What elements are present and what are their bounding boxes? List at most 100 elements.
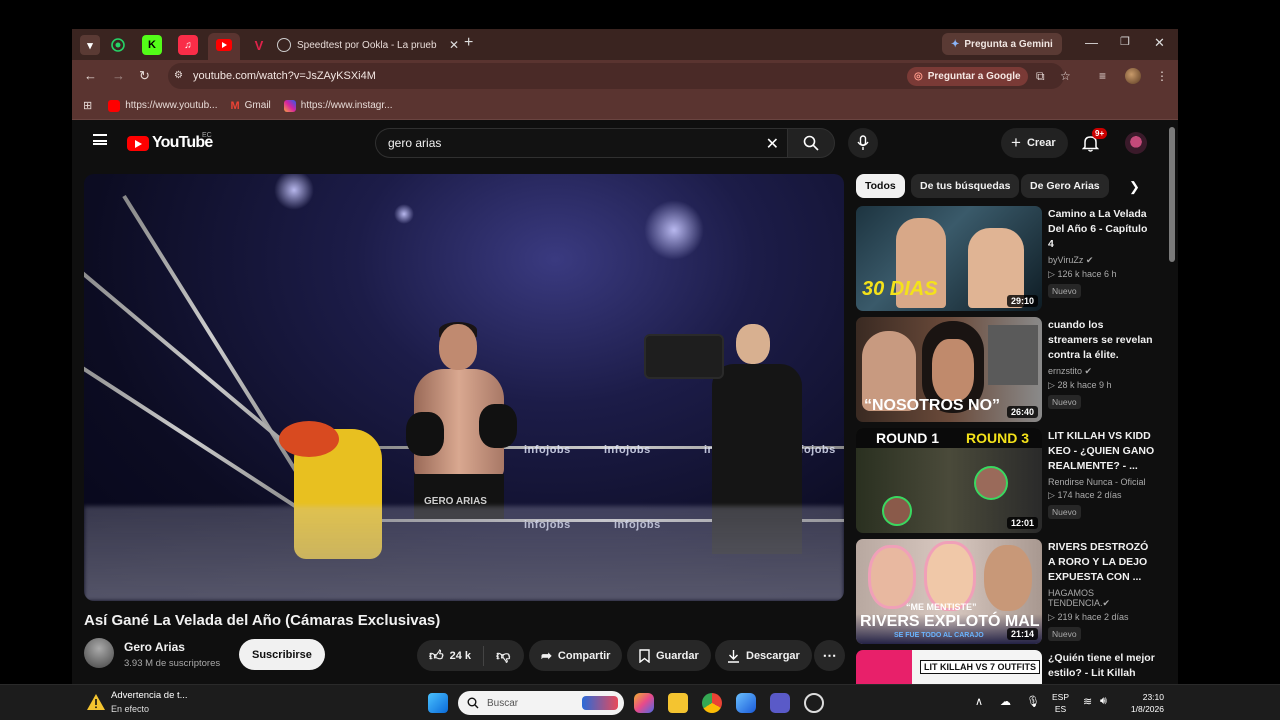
channel-name[interactable]: Gero Arias xyxy=(124,640,185,654)
clock[interactable]: 23:10 1/8/2026 xyxy=(1124,691,1164,715)
account-avatar[interactable] xyxy=(1125,132,1147,154)
tab-strip: ▾ K ♫ V Speedtest por Ookla - La prueb ✕… xyxy=(72,29,1178,60)
download-icon xyxy=(728,649,739,663)
more-actions-icon[interactable]: ⋯ xyxy=(814,640,845,671)
tab-close-icon[interactable]: ✕ xyxy=(449,38,459,52)
tab-youtube-icon[interactable] xyxy=(214,35,234,55)
recommendation-item[interactable]: ROUND 1 ROUND 3 12:01 LIT KILLAH VS KIDD… xyxy=(856,428,1156,533)
tab-kick-icon[interactable]: K xyxy=(142,35,162,55)
windows-start-icon[interactable] xyxy=(428,693,448,713)
onedrive-icon[interactable]: ☁ xyxy=(1000,695,1011,708)
play-icon: ▷ xyxy=(1048,490,1055,500)
search-input[interactable]: gero arias ✕ xyxy=(375,128,787,158)
microphone-tray-icon[interactable]: 🎙︎ xyxy=(1026,695,1040,708)
new-tab-plus-icon[interactable]: + xyxy=(464,34,473,52)
recommendation-channel[interactable]: HAGAMOS TENDENCIA. xyxy=(1048,588,1103,608)
video-thumbnail[interactable]: LIT KILLAH VS 7 OUTFITS xyxy=(856,650,1042,684)
hamburger-menu-icon[interactable] xyxy=(93,134,107,145)
subscribe-button[interactable]: Suscribirse xyxy=(239,639,325,670)
site-info-icon[interactable]: ⚙ xyxy=(174,70,183,81)
wifi-icon[interactable]: ≋ xyxy=(1083,695,1092,708)
close-window-icon[interactable]: ✕ xyxy=(1154,35,1165,51)
video-player[interactable]: infojobs infojobs infojobs infojobs info… xyxy=(84,174,844,601)
subscriber-count: 3.93 M de suscriptores xyxy=(124,658,221,669)
video-thumbnail[interactable]: “ME MENTISTE” RIVERS EXPLOTÓ MAL SE FUE … xyxy=(856,539,1042,644)
taskbar-search-input[interactable]: Buscar xyxy=(458,691,624,715)
recommendation-item[interactable]: 30 DIAS 29:10 Camino a La Velada Del Año… xyxy=(856,206,1156,311)
gemini-button[interactable]: ✦ Pregunta a Gemini xyxy=(942,33,1062,55)
thumbs-up-icon[interactable]: 👍︎ xyxy=(429,647,444,664)
recommendation-channel[interactable]: ernzstito xyxy=(1048,366,1082,376)
ask-google-button[interactable]: ◎ Preguntar a Google xyxy=(907,67,1028,86)
view-count: 28 k xyxy=(1057,380,1075,390)
recommendation-title[interactable]: ¿Quién tiene el mejor estilo? - Lit Kill… xyxy=(1048,651,1156,681)
media-control-icon[interactable]: ≡ xyxy=(1099,69,1106,83)
voice-search-button[interactable] xyxy=(848,128,878,158)
profile-avatar[interactable] xyxy=(1125,68,1141,84)
warning-title[interactable]: Advertencia de t... xyxy=(111,690,188,701)
sidebar-scrollbar[interactable] xyxy=(1169,127,1175,262)
apps-grid-icon[interactable]: ⊞ xyxy=(83,99,92,112)
language-indicator[interactable]: ESP ES xyxy=(1052,691,1069,715)
warning-icon[interactable] xyxy=(86,693,106,711)
chip-de-gero-arias[interactable]: De Gero Arias xyxy=(1021,174,1109,198)
forward-icon[interactable]: → xyxy=(112,68,125,83)
copilot-icon[interactable] xyxy=(634,693,654,713)
tab-search-chevron-icon[interactable]: ▾ xyxy=(80,35,100,55)
thumbs-down-icon[interactable]: 👎︎ xyxy=(496,647,510,664)
recommendation-info: ¿Quién tiene el mejor estilo? - Lit Kill… xyxy=(1048,651,1156,681)
file-explorer-icon[interactable] xyxy=(668,693,688,713)
recommendation-title[interactable]: RIVERS DESTROZÓ A RORO Y LA DEJO EXPUEST… xyxy=(1048,540,1156,585)
recommendation-channel[interactable]: byViruZz xyxy=(1048,255,1083,265)
recommendation-title[interactable]: LIT KILLAH VS KIDD KEO - ¿QUIEN GANO REA… xyxy=(1048,429,1156,474)
tab-speedtest[interactable]: Speedtest por Ookla - La prueb ✕ xyxy=(277,35,459,55)
back-icon[interactable]: ← xyxy=(84,68,97,83)
chrome-icon[interactable] xyxy=(702,693,722,713)
bookmark-star-icon[interactable]: ☆ xyxy=(1060,69,1071,83)
teams-icon[interactable] xyxy=(770,693,790,713)
search-button[interactable] xyxy=(787,128,835,158)
play-icon: ▷ xyxy=(1048,269,1055,279)
channel-avatar[interactable] xyxy=(84,638,114,668)
thumbnail-subtext: SE FUE TODO AL CARAJO xyxy=(894,632,984,639)
tab-music-icon[interactable]: ♫ xyxy=(178,35,198,55)
plus-icon: + xyxy=(1011,133,1021,152)
video-thumbnail[interactable]: ROUND 1 ROUND 3 12:01 xyxy=(856,428,1042,533)
browser-menu-icon[interactable]: ⋮ xyxy=(1156,69,1168,83)
recommendation-item[interactable]: “ME MENTISTE” RIVERS EXPLOTÓ MAL SE FUE … xyxy=(856,539,1156,644)
video-thumbnail[interactable]: 30 DIAS 29:10 xyxy=(856,206,1042,311)
app-icon[interactable] xyxy=(736,693,756,713)
bookmark-gmail[interactable]: M Gmail xyxy=(230,100,270,112)
share-button[interactable]: ➦ Compartir xyxy=(529,640,623,671)
recommendation-item[interactable]: “NOSOTROS NO” 26:40 cuando los streamers… xyxy=(856,317,1156,422)
reload-icon[interactable]: ↻ xyxy=(139,68,150,84)
create-button[interactable]: + Crear xyxy=(1001,128,1068,158)
recommendation-title[interactable]: Camino a La Velada Del Año 6 - Capítulo … xyxy=(1048,207,1156,252)
tab-whatsapp-icon[interactable] xyxy=(108,35,128,55)
download-button[interactable]: Descargar xyxy=(715,640,812,671)
video-thumbnail[interactable]: “NOSOTROS NO” 26:40 xyxy=(856,317,1042,422)
youtube-logo[interactable]: YouTube xyxy=(127,134,213,152)
bookmark-youtube[interactable]: https://www.youtub... xyxy=(108,99,217,112)
app-icon-2[interactable] xyxy=(804,693,824,713)
recommendation-item[interactable]: LIT KILLAH VS 7 OUTFITS ¿Quién tiene el … xyxy=(856,650,1156,684)
bookmark-instagram[interactable]: https://www.instagr... xyxy=(283,99,393,112)
minimize-icon[interactable]: — xyxy=(1085,35,1098,50)
like-count[interactable]: 24 k xyxy=(450,650,471,662)
tray-chevron-up-icon[interactable]: ∧ xyxy=(975,695,983,708)
tab-v-icon[interactable]: V xyxy=(249,35,269,55)
save-button[interactable]: Guardar xyxy=(627,640,711,671)
tab-title: Speedtest por Ookla - La prueb xyxy=(297,39,437,51)
restore-icon[interactable]: ❐ xyxy=(1120,35,1130,48)
recommendation-channel[interactable]: Rendirse Nunca - Oficial xyxy=(1048,477,1146,487)
volume-icon[interactable]: 🔊︎ xyxy=(1100,695,1107,708)
download-label: Descargar xyxy=(746,649,800,662)
chevron-right-icon[interactable]: ❯ xyxy=(1129,179,1140,195)
install-app-icon[interactable]: ⧉ xyxy=(1036,69,1045,84)
clear-search-icon[interactable]: ✕ xyxy=(766,134,779,154)
share-arrow-icon: ➦ xyxy=(541,647,552,663)
recommendation-title[interactable]: cuando los streamers se revelan contra l… xyxy=(1048,318,1156,363)
chip-de-tus-busquedas[interactable]: De tus búsquedas xyxy=(911,174,1020,198)
chip-todos[interactable]: Todos xyxy=(856,174,905,198)
ask-google-label: Preguntar a Google xyxy=(927,71,1021,82)
